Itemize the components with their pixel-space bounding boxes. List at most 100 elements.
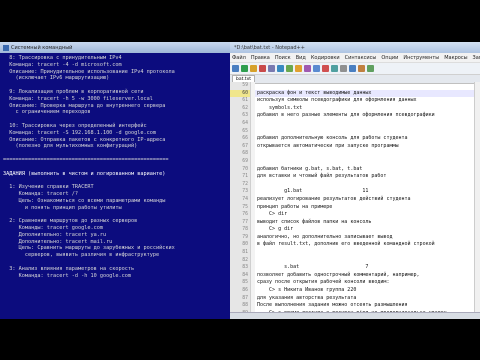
line-number: 70 bbox=[242, 166, 248, 172]
line-number: 84 bbox=[242, 272, 248, 278]
code-area[interactable]: раскраска фон и текст выводимые данных ис… bbox=[255, 82, 480, 319]
code-line[interactable]: C> s Никита Иванов группа 220 bbox=[255, 287, 480, 295]
code-line[interactable]: добавил в него разные элементы для оформ… bbox=[255, 112, 480, 120]
console-line: Команда: tracert -d -h 10 google.com bbox=[3, 272, 132, 279]
toolbar-button-icon[interactable] bbox=[349, 65, 356, 72]
code-line[interactable] bbox=[255, 181, 480, 189]
toolbar-button-icon[interactable] bbox=[304, 65, 311, 72]
console-line: Цель: Сравнить маршруты до зарубежных и … bbox=[3, 245, 175, 252]
line-number: 79 bbox=[242, 234, 248, 240]
console-line: 2: Сравнение маршрутов до разных серверо… bbox=[3, 218, 138, 225]
code-line[interactable]: для указания авторства результата bbox=[255, 295, 480, 303]
console-output[interactable]: 8: Трассировка с принудительным IPv4 Ком… bbox=[3, 55, 228, 319]
console-line: (исключает IPv6 маршрутизацию) bbox=[3, 75, 110, 82]
line-number: 65 bbox=[242, 128, 248, 134]
code-line[interactable] bbox=[255, 158, 480, 166]
console-line: Описание: Отправка пакетов с конкретного… bbox=[3, 136, 166, 143]
menu-item[interactable]: Запуск bbox=[473, 55, 480, 61]
menu-item[interactable]: Файл bbox=[232, 55, 246, 61]
code-line[interactable]: сразу после открытия рабочей консоли вво… bbox=[255, 279, 480, 287]
toolbar-button-icon[interactable] bbox=[241, 65, 248, 72]
code-line[interactable]: добавил дополнительную консоль для работ… bbox=[255, 135, 480, 143]
console-line: 8: Трассировка с принудительным IPv4 bbox=[3, 55, 122, 61]
line-number: 64 bbox=[242, 120, 248, 126]
line-number: 66 bbox=[242, 136, 248, 142]
line-number: 82 bbox=[242, 257, 248, 263]
toolbar-button-icon[interactable] bbox=[250, 65, 257, 72]
code-line[interactable]: s.bat 7 bbox=[255, 264, 480, 272]
menu-item[interactable]: Макросы bbox=[444, 55, 467, 61]
line-number: 78 bbox=[242, 227, 248, 233]
toolbar-button-icon[interactable] bbox=[331, 65, 338, 72]
code-line[interactable]: в файл result.txt, дополнив его введенно… bbox=[255, 241, 480, 249]
notepad-toolbar bbox=[230, 63, 480, 75]
line-number: 72 bbox=[242, 181, 248, 187]
console-title: Системный командный bbox=[11, 44, 73, 51]
toolbar-button-icon[interactable] bbox=[295, 65, 302, 72]
line-number: 80 bbox=[242, 242, 248, 248]
line-number: 75 bbox=[242, 204, 248, 210]
code-line[interactable]: принцип работы на примере bbox=[255, 204, 480, 212]
notepad-window[interactable]: *D:\bat\bat.txt - Notepad++ Файл Правка По… bbox=[230, 42, 480, 319]
menu-item[interactable]: Опции bbox=[381, 55, 398, 61]
toolbar-button-icon[interactable] bbox=[277, 65, 284, 72]
code-line[interactable]: добавил батники g.bat, s.bat, t.bat bbox=[255, 166, 480, 174]
console-line: Команды: tracert google.com bbox=[3, 224, 103, 231]
toolbar-button-icon[interactable] bbox=[286, 65, 293, 72]
code-line[interactable]: реализует логирование результатов действ… bbox=[255, 196, 480, 204]
line-number: 62 bbox=[242, 105, 248, 111]
console-line: 1: Изучение справки TRACERT bbox=[3, 184, 94, 191]
code-line[interactable]: C> g dir bbox=[255, 226, 480, 234]
console-title-bar[interactable]: Системный командный bbox=[0, 42, 230, 53]
toolbar-button-icon[interactable] bbox=[259, 65, 266, 72]
toolbar-button-icon[interactable] bbox=[340, 65, 347, 72]
code-line[interactable]: используя символы псевдографики для офор… bbox=[255, 97, 480, 105]
letterbox-bottom bbox=[0, 319, 480, 360]
console-line: 3: Анализ влияния параметров на скорость bbox=[3, 265, 135, 272]
notepad-editor[interactable]: 59 60 61 62 63 64 65 66 67 68 69 70 71 72 73 74 75 76 77 78… bbox=[230, 82, 480, 319]
line-number: 67 bbox=[242, 143, 248, 149]
code-line[interactable]: для вставки и чтовый файл результатов ра… bbox=[255, 173, 480, 181]
code-line[interactable] bbox=[255, 82, 480, 90]
code-line[interactable]: аналогично, но дополнительно записывает … bbox=[255, 234, 480, 242]
console-line: Дополнительно: tracert ya.ru bbox=[3, 231, 107, 238]
console-line: Команда: tracert -h 5 -w 3000 fileserver… bbox=[3, 95, 153, 102]
code-line[interactable] bbox=[255, 257, 480, 265]
code-line[interactable]: C> dir bbox=[255, 211, 480, 219]
toolbar-button-icon[interactable] bbox=[232, 65, 239, 72]
console-line: Описание: Проверка маршрута до внутренне… bbox=[3, 102, 166, 109]
menu-item[interactable]: Правка bbox=[251, 55, 270, 61]
toolbar-button-icon[interactable] bbox=[367, 65, 374, 72]
line-number: 86 bbox=[242, 288, 248, 294]
code-line[interactable]: После выполнения задания можно отсеять р… bbox=[255, 302, 480, 310]
code-line[interactable]: раскраска фон и текст выводимые данных bbox=[255, 89, 480, 98]
console-line: (полезно для мультихомных конфигураций) bbox=[3, 143, 138, 150]
menu-item[interactable]: Кодировки bbox=[311, 55, 340, 61]
toolbar-button-icon[interactable] bbox=[358, 65, 365, 72]
console-line: Команда: tracert -4 -d microsoft.com bbox=[3, 61, 122, 68]
menu-item[interactable]: Инструменты bbox=[403, 55, 439, 61]
code-line[interactable]: выводит список файлов папки на консоль bbox=[255, 219, 480, 227]
toolbar-button-icon[interactable] bbox=[322, 65, 329, 72]
code-line[interactable]: g1.bat 11 bbox=[255, 188, 480, 196]
console-window[interactable]: Системный командный 8: Трассировка с при… bbox=[0, 42, 231, 319]
letterbox-top bbox=[0, 0, 480, 42]
code-line[interactable] bbox=[255, 120, 480, 128]
menu-item[interactable]: Поиск bbox=[275, 55, 291, 61]
menu-item[interactable]: Вид bbox=[296, 55, 306, 61]
toolbar-button-icon[interactable] bbox=[313, 65, 320, 72]
console-line: серверов, выявить различия в инфраструкт… bbox=[3, 252, 160, 259]
notepad-title-bar[interactable]: *D:\bat\bat.txt - Notepad++ bbox=[230, 42, 480, 53]
line-number: 85 bbox=[242, 280, 248, 286]
code-line[interactable] bbox=[255, 150, 480, 158]
toolbar-button-icon[interactable] bbox=[268, 65, 275, 72]
code-line[interactable]: открывается автоматически при запуске пр… bbox=[255, 143, 480, 151]
menu-item[interactable]: Синтаксисы bbox=[345, 55, 377, 61]
line-number: 68 bbox=[242, 151, 248, 157]
code-line[interactable] bbox=[255, 249, 480, 257]
vertical-scrollbar[interactable] bbox=[474, 82, 480, 313]
